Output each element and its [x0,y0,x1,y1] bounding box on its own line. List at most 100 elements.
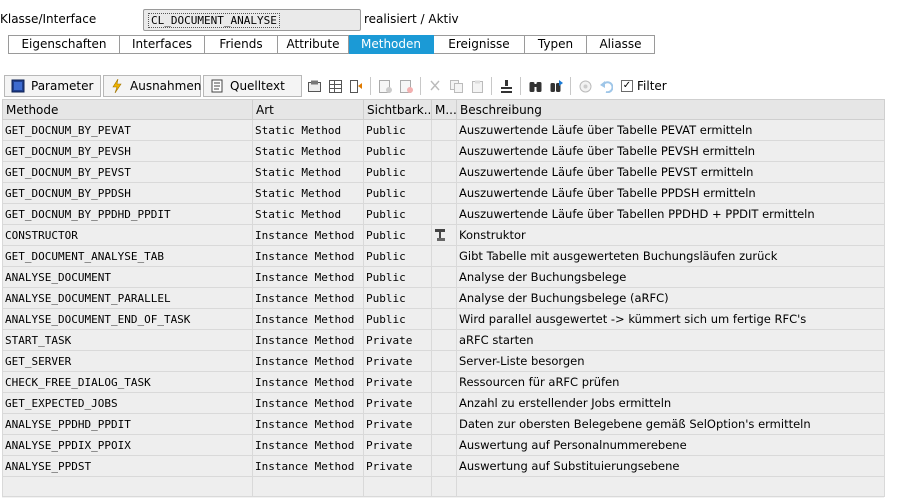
tab-attribute[interactable]: Attribute [278,35,349,54]
where-used-button[interactable] [575,76,595,96]
table-row[interactable]: ANALYSE_DOCUMENT_END_OF_TASK Instance Met… [2,308,885,330]
table-row[interactable]: ANALYSE_DOCUMENT Instance Method Public Ana… [2,266,885,288]
method-name-cell[interactable]: GET_SERVER [2,350,253,372]
empty-row[interactable] [2,476,885,497]
empty-cell[interactable] [2,476,253,497]
tab-aliasse[interactable]: Aliasse [587,35,655,54]
visibility-cell[interactable]: Private [363,455,432,477]
tab-friends[interactable]: Friends [205,35,278,54]
modeled-cell[interactable] [431,308,457,330]
method-type-cell[interactable]: Instance Method [252,455,364,477]
description-cell[interactable]: Analyse der Buchungsbelege (aRFC) [456,287,885,309]
method-type-cell[interactable]: Static Method [252,203,364,225]
table-row[interactable]: ANALYSE_PPDIX_PPOIX Instance Method Privat… [2,434,885,456]
method-type-cell[interactable]: Static Method [252,182,364,204]
table-row[interactable]: GET_EXPECTED_JOBS Instance Method Private A… [2,392,885,414]
method-type-cell[interactable]: Instance Method [252,224,364,246]
description-cell[interactable]: Wird parallel ausgewertet -> kümmert sic… [456,308,885,330]
modeled-cell[interactable] [431,329,457,351]
method-type-cell[interactable]: Instance Method [252,329,364,351]
method-name-cell[interactable]: CHECK_FREE_DIALOG_TASK [2,371,253,393]
table-row[interactable]: GET_DOCNUM_BY_PPDSH Static Method Public Au… [2,182,885,204]
visibility-cell[interactable]: Public [363,224,432,246]
visibility-cell[interactable]: Public [363,287,432,309]
table-row[interactable]: GET_DOCUMENT_ANALYSE_TAB Instance Method P… [2,245,885,267]
modeled-cell[interactable] [431,203,457,225]
table-row[interactable]: GET_DOCNUM_BY_PEVSH Static Method Public Au… [2,140,885,162]
table-row[interactable]: START_TASK Instance Method Private aRFC sta… [2,329,885,351]
modeled-cell[interactable] [431,140,457,162]
description-cell[interactable]: Auszuwertende Läufe über Tabelle PEVST e… [456,161,885,183]
filter-checkbox[interactable]: ✓ [621,80,633,92]
table-row[interactable]: GET_DOCNUM_BY_PPDHD_PPDIT Static Method Pu… [2,203,885,225]
visibility-cell[interactable]: Public [363,140,432,162]
method-type-cell[interactable]: Static Method [252,140,364,162]
method-name-cell[interactable]: ANALYSE_PPDST [2,455,253,477]
empty-cell[interactable] [431,476,457,497]
modeled-cell[interactable] [431,434,457,456]
modeled-cell[interactable] [431,224,457,246]
table-row[interactable]: GET_DOCNUM_BY_PEVAT Static Method Public Au… [2,119,885,141]
delete-row-button[interactable] [396,76,416,96]
visibility-cell[interactable]: Public [363,203,432,225]
method-name-cell[interactable]: ANALYSE_DOCUMENT_END_OF_TASK [2,308,253,330]
source-code-button[interactable]: Quelltext [203,75,302,97]
description-cell[interactable]: Ressourcen für aRFC prüfen [456,371,885,393]
table-row[interactable]: GET_SERVER Instance Method Private Server-L… [2,350,885,372]
visibility-cell[interactable]: Public [363,245,432,267]
description-cell[interactable]: Auszuwertende Läufe über Tabelle PEVAT e… [456,119,885,141]
tab-ereignisse[interactable]: Ereignisse [434,35,525,54]
class-name-field[interactable]: CL_DOCUMENT_ANALYSE [143,9,361,31]
detail-view-button[interactable] [304,76,324,96]
modeled-cell[interactable] [431,266,457,288]
method-type-cell[interactable]: Instance Method [252,245,364,267]
visibility-cell[interactable]: Private [363,392,432,414]
method-name-cell[interactable]: ANALYSE_PPDHD_PPDIT [2,413,253,435]
visibility-cell[interactable]: Public [363,266,432,288]
modeled-cell[interactable] [431,245,457,267]
tab-methoden[interactable]: Methoden [349,35,434,54]
modeled-cell[interactable] [431,287,457,309]
method-type-cell[interactable]: Instance Method [252,371,364,393]
table-row[interactable]: ANALYSE_PPDST Instance Method Private Auswe… [2,455,885,477]
empty-cell[interactable] [456,476,885,497]
copy-button[interactable] [446,76,466,96]
description-cell[interactable]: Gibt Tabelle mit ausgewerteten Buchungsl… [456,245,885,267]
description-cell[interactable]: aRFC starten [456,329,885,351]
tab-interfaces[interactable]: Interfaces [120,35,205,54]
table-row[interactable]: CHECK_FREE_DIALOG_TASK Instance Method Pri… [2,371,885,393]
method-name-cell[interactable]: GET_DOCNUM_BY_PEVSH [2,140,253,162]
visibility-cell[interactable]: Private [363,350,432,372]
visibility-cell[interactable]: Private [363,329,432,351]
description-cell[interactable]: Daten zur obersten Belegebene gemäß SelO… [456,413,885,435]
method-type-cell[interactable]: Instance Method [252,434,364,456]
method-name-cell[interactable]: CONSTRUCTOR [2,224,253,246]
method-type-cell[interactable]: Instance Method [252,413,364,435]
modeled-cell[interactable] [431,371,457,393]
method-type-cell[interactable]: Static Method [252,119,364,141]
empty-cell[interactable] [363,476,432,497]
table-view-button[interactable] [325,76,345,96]
method-name-cell[interactable]: ANALYSE_DOCUMENT_PARALLEL [2,287,253,309]
method-name-cell[interactable]: ANALYSE_DOCUMENT [2,266,253,288]
column-header-description[interactable]: Beschreibung [456,99,885,120]
description-cell[interactable]: Auszuwertende Läufe über Tabellen PPDHD … [456,203,885,225]
modeled-cell[interactable] [431,161,457,183]
table-row[interactable]: ANALYSE_DOCUMENT_PARALLEL Instance Method… [2,287,885,309]
modeled-cell[interactable] [431,350,457,372]
empty-cell[interactable] [252,476,364,497]
cut-button[interactable] [425,76,445,96]
method-name-cell[interactable]: GET_DOCNUM_BY_PEVAT [2,119,253,141]
modeled-cell[interactable] [431,455,457,477]
tab-typen[interactable]: Typen [525,35,587,54]
column-header-visibility[interactable]: Sichtbark... [363,99,432,120]
description-cell[interactable]: Server-Liste besorgen [456,350,885,372]
method-type-cell[interactable]: Instance Method [252,287,364,309]
visibility-cell[interactable]: Private [363,434,432,456]
exceptions-button[interactable]: Ausnahmen [103,75,201,97]
modeled-cell[interactable] [431,413,457,435]
navigate-button[interactable] [346,76,366,96]
column-header-modeled[interactable]: M... [431,99,457,120]
visibility-cell[interactable]: Public [363,182,432,204]
table-row[interactable]: CONSTRUCTOR Instance Method Public Konstruk… [2,224,885,246]
